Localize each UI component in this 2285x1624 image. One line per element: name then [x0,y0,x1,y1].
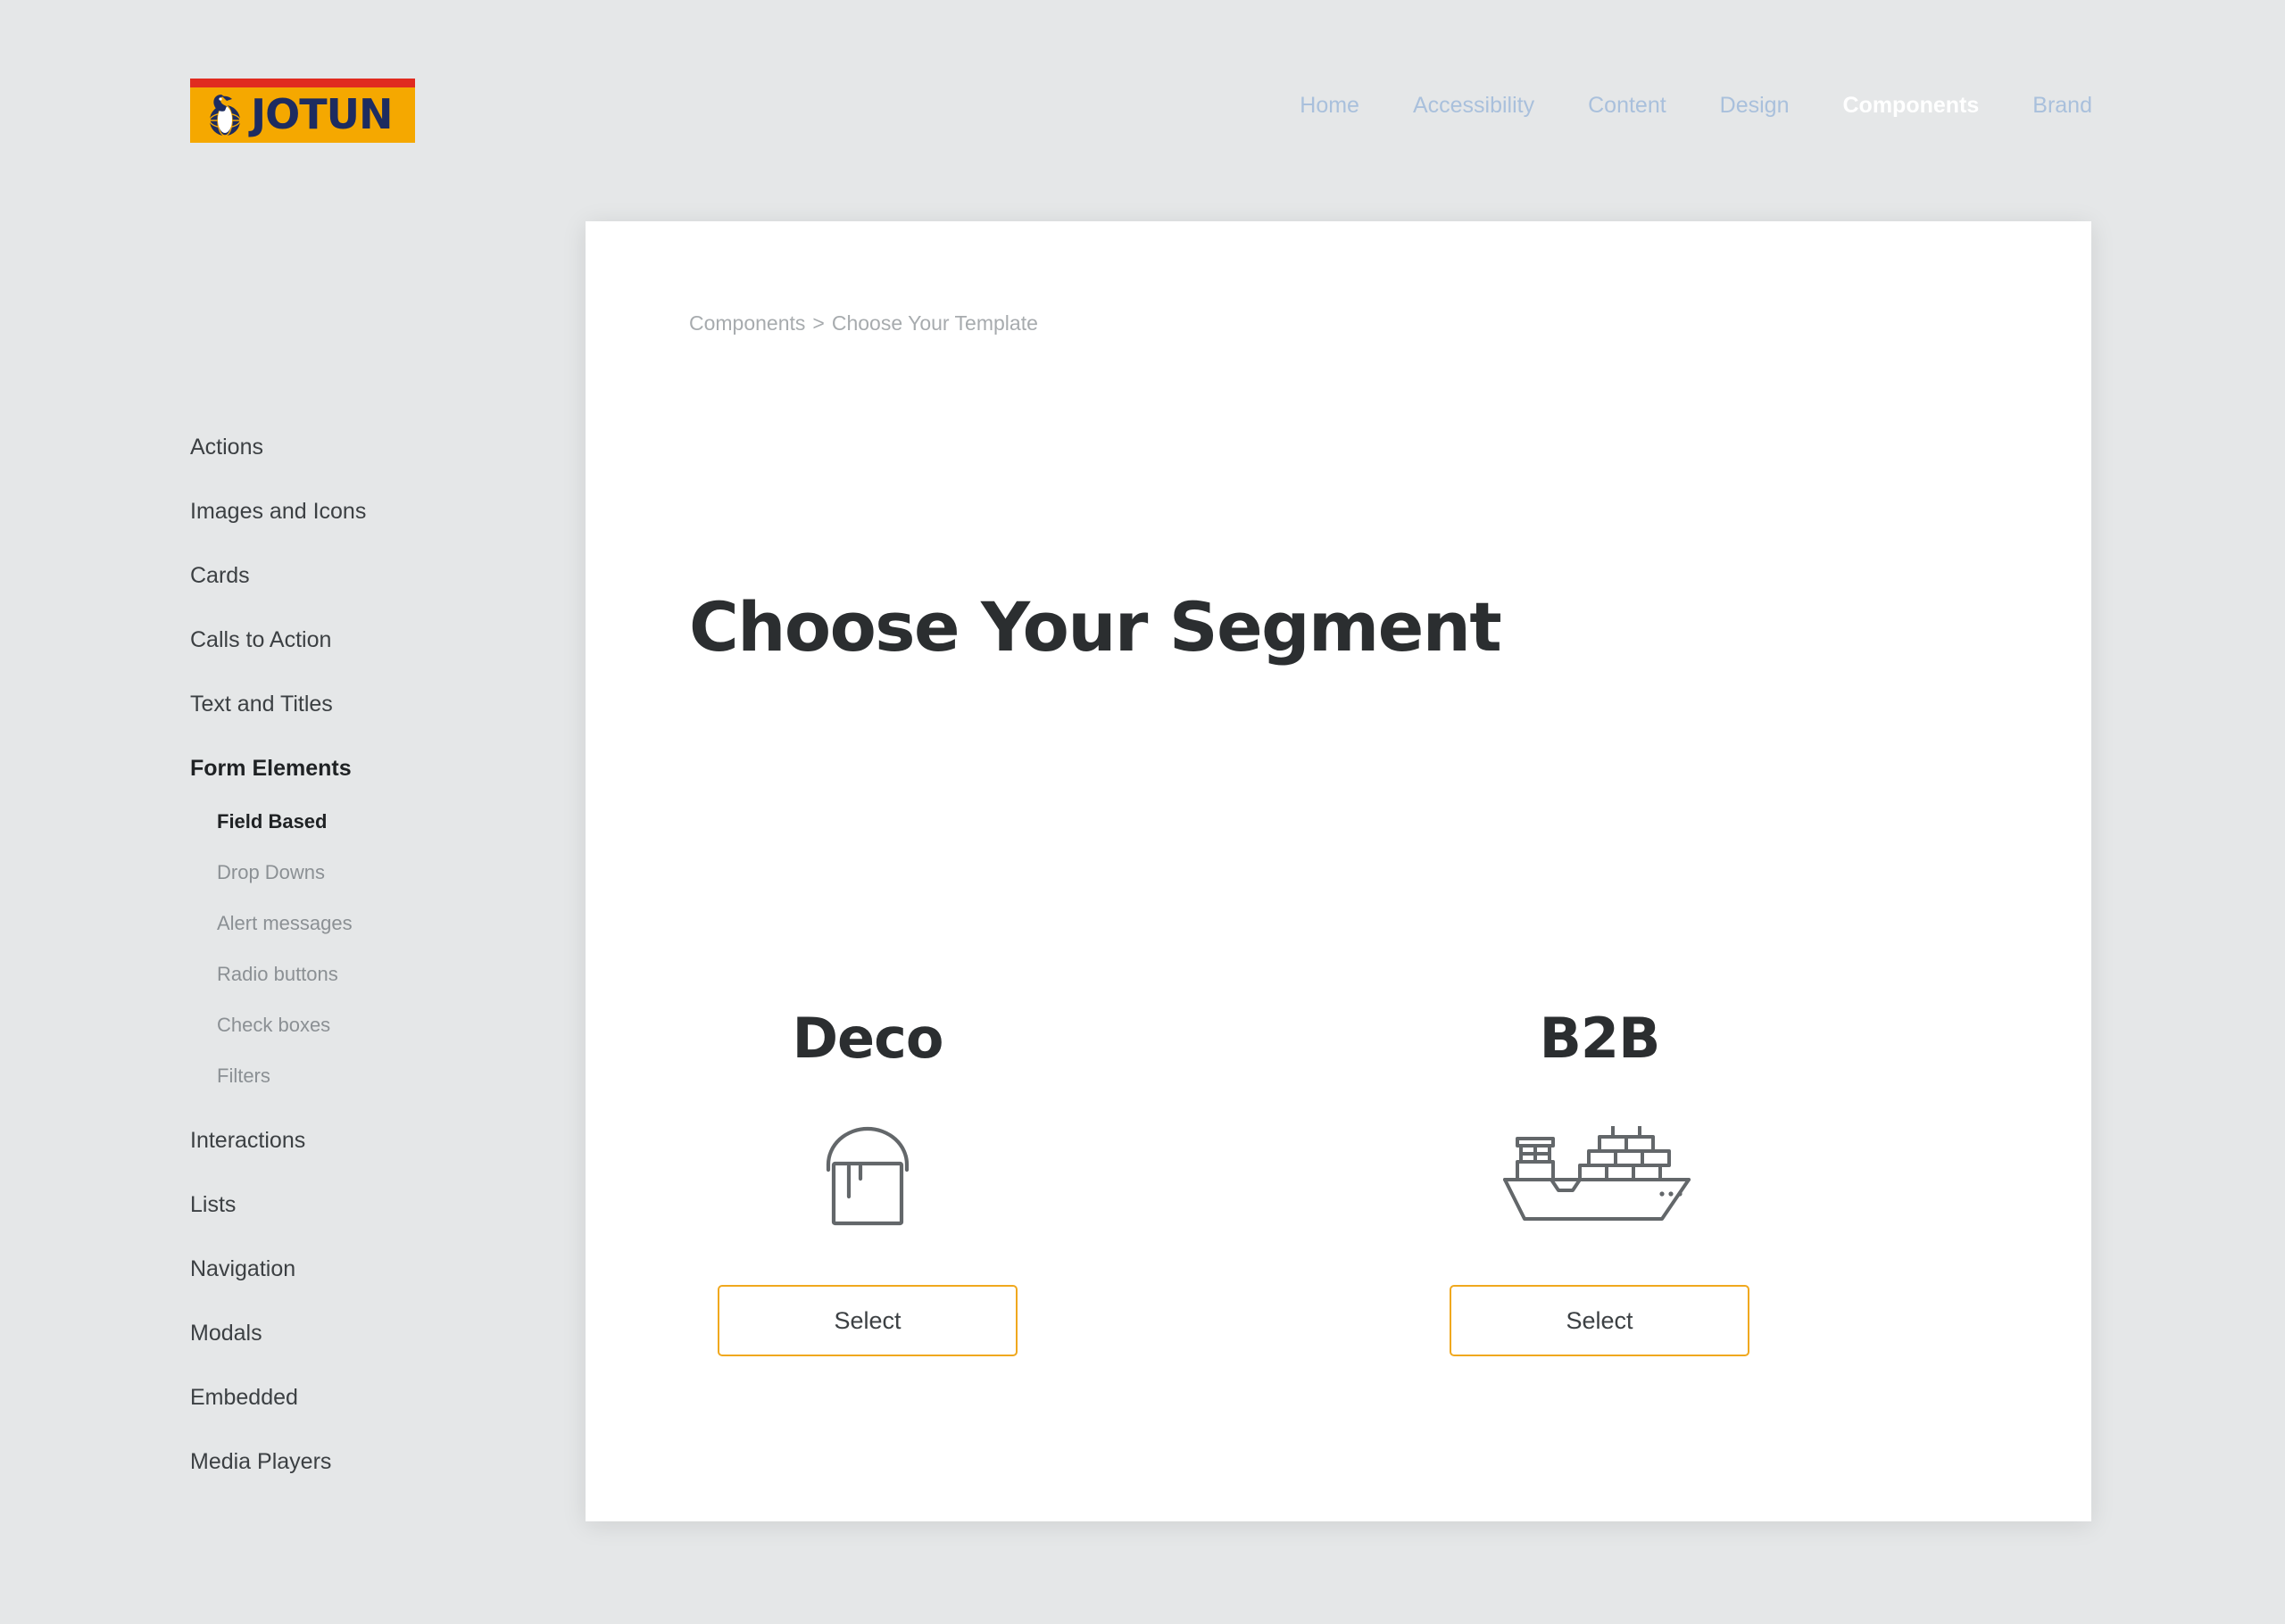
nav-item-home[interactable]: Home [1273,92,1386,119]
breadcrumb: Components > Choose Your Template [689,311,1038,336]
sidebar-item-cards[interactable]: Cards [190,562,529,589]
sidebar-item-navigation[interactable]: Navigation [190,1255,529,1282]
paint-bucket-icon [819,1123,916,1230]
sidebar-item-text-and-titles[interactable]: Text and Titles [190,691,529,717]
nav-item-design[interactable]: Design [1693,92,1816,119]
logo-red-stripe [190,79,415,87]
jotun-logo[interactable]: JOTUN [190,79,415,143]
breadcrumb-current: Choose Your Template [831,311,1038,335]
sidebar-item-form-elements[interactable]: Form Elements [190,755,529,782]
segment-option-b2b: B2B Select [1421,1007,1778,1356]
segment-chooser: Deco Select B2B Select [689,1007,1778,1356]
sidebar-item-interactions[interactable]: Interactions [190,1127,529,1154]
sidebar-subnav-form-elements: Field Based Drop Downs Alert messages Ra… [190,810,529,1088]
jotun-bird-globe-emblem [209,95,241,137]
cargo-ship-icon [1496,1123,1703,1230]
sidebar-item-calls-to-action[interactable]: Calls to Action [190,626,529,653]
sidebar-item-actions[interactable]: Actions [190,434,529,460]
nav-item-components[interactable]: Components [1816,92,2007,119]
primary-navigation: Home Accessibility Content Design Compon… [1273,92,2119,119]
breadcrumb-parent[interactable]: Components [689,311,805,335]
sidebar-subitem-filters[interactable]: Filters [217,1065,529,1088]
select-button-b2b[interactable]: Select [1450,1285,1749,1356]
sidebar-item-embedded[interactable]: Embedded [190,1384,529,1411]
select-button-deco[interactable]: Select [718,1285,1018,1356]
content-card: Components > Choose Your Template Choose Y… [586,221,2091,1521]
page-title: Choose Your Segment [689,587,1502,667]
sidebar-item-modals[interactable]: Modals [190,1320,529,1346]
sidebar-item-images-and-icons[interactable]: Images and Icons [190,498,529,525]
segment-option-deco: Deco Select [689,1007,1046,1356]
segment-title-deco: Deco [792,1006,944,1071]
sidebar-item-media-players[interactable]: Media Players [190,1448,529,1475]
sidebar-subitem-alert-messages[interactable]: Alert messages [217,912,529,935]
sidebar-subitem-check-boxes[interactable]: Check boxes [217,1014,529,1037]
sidebar-subitem-drop-downs[interactable]: Drop Downs [217,861,529,884]
sidebar-navigation: Actions Images and Icons Cards Calls to … [190,434,529,1512]
nav-item-content[interactable]: Content [1561,92,1693,119]
nav-item-accessibility[interactable]: Accessibility [1386,92,1561,119]
breadcrumb-separator: > [812,311,825,335]
sidebar-subitem-radio-buttons[interactable]: Radio buttons [217,963,529,986]
sidebar-subitem-field-based[interactable]: Field Based [217,810,529,833]
segment-title-b2b: B2B [1539,1006,1661,1071]
logo-wordmark: JOTUN [251,90,393,138]
nav-item-brand[interactable]: Brand [2006,92,2119,119]
sidebar-item-lists[interactable]: Lists [190,1191,529,1218]
